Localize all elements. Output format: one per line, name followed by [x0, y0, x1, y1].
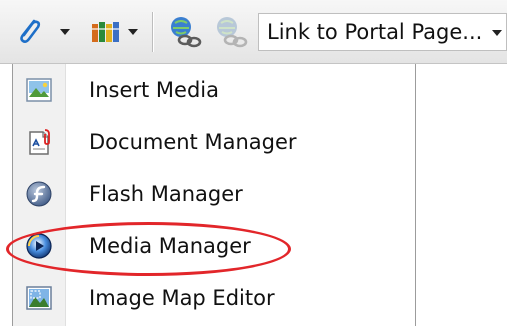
menu-item-flash-manager[interactable]: Flash Manager [13, 168, 415, 220]
menu-item-label: Image Map Editor [89, 286, 275, 310]
media-manager-icon [26, 233, 52, 259]
chevron-down-icon [60, 29, 70, 35]
insert-media-icon [26, 78, 52, 102]
flash-manager-icon [26, 181, 52, 207]
unlink-icon [217, 17, 248, 48]
menu-item-label: Insert Media [89, 78, 219, 102]
library-button[interactable] [90, 12, 124, 52]
menu-item-label: Media Manager [89, 234, 251, 258]
chevron-down-icon [492, 30, 502, 36]
image-map-editor-icon [26, 286, 52, 310]
menu-item-insert-media[interactable]: Insert Media [13, 64, 415, 116]
menu-item-image-map-editor[interactable]: Image Map Editor [13, 272, 415, 324]
link-to-portal-page-dropdown[interactable]: Link to Portal Page... [258, 13, 507, 51]
library-books-icon [92, 22, 119, 42]
hyperlink-icon [20, 19, 41, 43]
portal-dropdown-label: Link to Portal Page... [267, 20, 483, 44]
library-dropdown-button[interactable] [128, 12, 138, 52]
menu-item-label: Flash Manager [89, 182, 243, 206]
menu-item-label: Document Manager [89, 130, 297, 154]
chevron-down-icon [128, 29, 138, 35]
menu-item-media-manager[interactable]: Media Manager [13, 220, 415, 272]
hyperlink-button[interactable] [14, 12, 44, 52]
document-manager-icon [29, 129, 50, 155]
editor-toolbar: Link to Portal Page... [0, 0, 507, 64]
link-icon [171, 17, 202, 48]
insert-media-menu: Insert Media Document Manager Flash Mana… [12, 64, 416, 326]
menu-item-document-manager[interactable]: Document Manager [13, 116, 415, 168]
unlink-button[interactable] [214, 12, 248, 52]
hyperlink-dropdown-button[interactable] [60, 12, 70, 52]
toolbar-separator [152, 12, 153, 52]
link-button[interactable] [168, 12, 202, 52]
